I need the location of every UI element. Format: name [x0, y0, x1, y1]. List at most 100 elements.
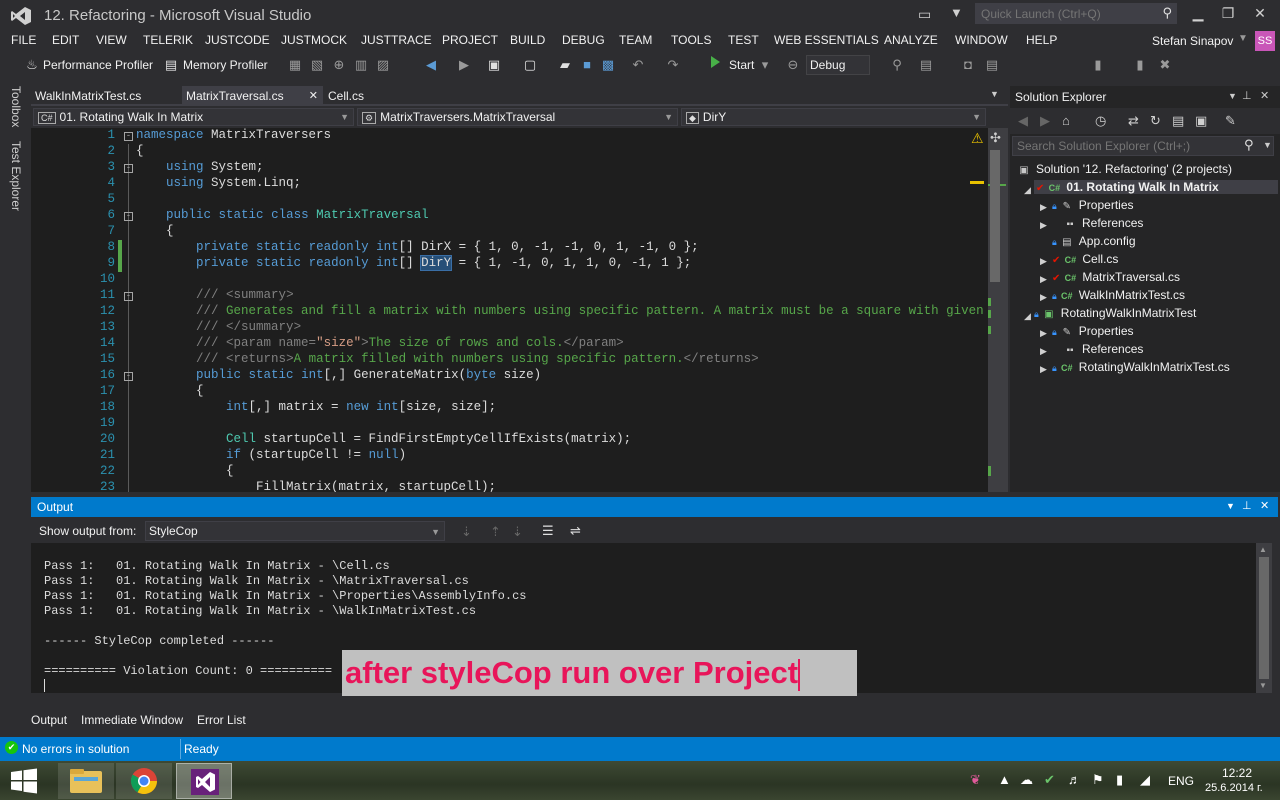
taskbar-explorer[interactable] — [58, 763, 114, 799]
search-icon[interactable]: ⚲ — [1244, 137, 1254, 153]
next-bookmark-icon[interactable]: ▮ — [1132, 57, 1148, 73]
save-all-icon[interactable]: ▩ — [600, 57, 616, 73]
output-source-select[interactable]: StyleCop ▼ — [145, 521, 445, 541]
tray-expand-icon[interactable]: ▲ — [998, 772, 1011, 787]
expand-icon[interactable]: ▶ — [1040, 364, 1047, 375]
tab-immediate-window[interactable]: Immediate Window — [81, 713, 183, 727]
bookmark-tool-icon[interactable]: ◘ — [960, 57, 976, 72]
expand-icon[interactable]: ▶ — [1040, 346, 1047, 357]
output-scrollbar[interactable]: ▲ ▼ — [1256, 543, 1272, 693]
sync-icon[interactable]: ✔ — [1044, 772, 1055, 788]
prev-message-icon[interactable]: ⇡ — [490, 524, 501, 540]
tree-item-matrixtraversal[interactable]: ✔ C# MatrixTraversal.cs — [1052, 270, 1180, 284]
windows-start-icon[interactable] — [10, 768, 38, 794]
headset-icon[interactable]: ♬ — [1068, 772, 1081, 787]
memory-profiler-button[interactable]: Memory Profiler — [183, 58, 268, 72]
feedback-icon[interactable]: ▭ — [918, 6, 934, 22]
toolbox-tab[interactable]: Toolbox — [9, 86, 23, 127]
back-icon[interactable]: ◀ — [1018, 113, 1028, 129]
cloud-icon[interactable]: ☁ — [1020, 772, 1033, 788]
menu-build[interactable]: BUILD — [510, 33, 545, 47]
tab-error-list[interactable]: Error List — [197, 713, 246, 727]
open-folder-icon[interactable]: ▰ — [557, 57, 573, 73]
tree-item-app-config[interactable]: 🔒︎ ▤ App.config — [1052, 234, 1136, 248]
close-icon[interactable]: ✕ — [1260, 499, 1269, 512]
forward-icon[interactable]: ▶ — [456, 57, 472, 73]
refresh-icon[interactable]: ↻ — [1150, 113, 1161, 129]
save-icon[interactable]: ■ — [579, 57, 595, 72]
scroll-up-icon[interactable]: ▲ — [1259, 545, 1267, 554]
new-project-icon[interactable]: ▣ — [486, 57, 502, 73]
scrollbar-thumb[interactable] — [1259, 557, 1269, 679]
home-icon[interactable]: ⌂ — [1062, 113, 1070, 128]
menu-web-essentials[interactable]: WEB ESSENTIALS — [774, 33, 879, 47]
bookmark-icon[interactable]: ▮ — [1090, 57, 1106, 73]
project-combo[interactable]: C# 01. Rotating Walk In Matrix ▼ — [33, 108, 354, 126]
menu-project[interactable]: PROJECT — [442, 33, 498, 47]
quick-launch-box[interactable]: ⚲ — [975, 3, 1177, 24]
collapse-icon[interactable]: - — [124, 292, 133, 301]
expand-icon[interactable]: ▶ — [1040, 256, 1047, 267]
menu-edit[interactable]: EDIT — [52, 33, 79, 47]
collapse-icon[interactable]: - — [124, 132, 133, 141]
tree-project-rotating[interactable]: ✔ C# 01. Rotating Walk In Matrix — [1034, 180, 1278, 194]
profiler-tool-icon[interactable]: ▦ — [287, 57, 303, 73]
pin-icon[interactable]: ⊥ — [1242, 499, 1252, 512]
expand-icon[interactable]: ▶ — [1040, 292, 1047, 303]
expand-icon[interactable]: ▶ — [1040, 202, 1047, 213]
solution-search-input[interactable] — [1012, 136, 1274, 156]
collapse-all-icon[interactable]: ▤ — [1172, 113, 1184, 129]
editor-scrollbar[interactable] — [988, 128, 1008, 492]
flag-icon[interactable]: ⚑ — [1092, 772, 1104, 788]
clock-time[interactable]: 12:22 — [1222, 766, 1252, 780]
comment-icon[interactable]: ▤ — [984, 57, 1000, 73]
input-language[interactable]: ENG — [1168, 774, 1194, 788]
chevron-down-icon[interactable]: ▾ — [757, 57, 773, 73]
menu-window[interactable]: WINDOW — [955, 33, 1008, 47]
tab-output[interactable]: Output — [31, 713, 67, 727]
test-explorer-tab[interactable]: Test Explorer — [9, 141, 23, 211]
close-button[interactable]: ✕ — [1245, 2, 1275, 24]
history-icon[interactable]: ◷ — [1095, 113, 1106, 129]
chevron-down-icon[interactable]: ▼ — [1226, 501, 1235, 511]
expand-icon[interactable]: ◢ — [1024, 311, 1031, 322]
scrollbar-thumb[interactable] — [990, 150, 1000, 282]
profiler-tool-icon-2[interactable]: ▧ — [309, 57, 325, 73]
clear-bookmarks-icon[interactable]: ✖ — [1157, 57, 1173, 73]
minimize-button[interactable]: ▁ — [1183, 2, 1213, 24]
stop-icon[interactable]: ⊖ — [785, 57, 801, 73]
avatar[interactable]: SS — [1255, 31, 1275, 51]
user-name[interactable]: Stefan Sinapov — [1152, 34, 1233, 48]
chevron-down-icon[interactable]: ▼ — [1238, 33, 1248, 44]
back-icon[interactable]: ◀ — [423, 57, 439, 73]
word-wrap-icon[interactable]: ⇌ — [570, 523, 581, 539]
expand-icon[interactable]: ▶ — [1040, 220, 1047, 231]
tray-app-icon[interactable]: ❦ — [970, 772, 981, 788]
profiler-tool-icon-4[interactable]: ▨ — [375, 57, 391, 73]
pin-icon[interactable]: ⊥ — [1242, 89, 1252, 102]
expand-icon[interactable]: ◢ — [1024, 185, 1031, 196]
tree-solution[interactable]: ▣ Solution '12. Refactoring' (2 projects) — [1016, 162, 1232, 176]
performance-profiler-button[interactable]: Performance Profiler — [43, 58, 153, 72]
menu-debug[interactable]: DEBUG — [562, 33, 605, 47]
tree-item-references[interactable]: ▪▪ References — [1052, 216, 1143, 230]
undo-icon[interactable]: ↶ — [630, 57, 646, 73]
menu-tools[interactable]: TOOLS — [671, 33, 711, 47]
tree-item-test-references[interactable]: ▪▪ References — [1052, 342, 1143, 356]
tree-item-cell[interactable]: ✔ C# Cell.cs — [1052, 252, 1118, 266]
attach-icon[interactable]: ▤ — [918, 57, 934, 73]
tab-cell[interactable]: Cell.cs — [324, 86, 368, 106]
next-message-icon[interactable]: ⇣ — [512, 524, 523, 540]
menu-test[interactable]: TEST — [728, 33, 759, 47]
search-icon[interactable]: ⚲ — [1162, 5, 1172, 21]
menu-justmock[interactable]: JUSTMOCK — [281, 33, 347, 47]
expand-icon[interactable]: ▶ — [1040, 328, 1047, 339]
menu-justcode[interactable]: JUSTCODE — [205, 33, 270, 47]
battery-icon[interactable]: ▮ — [1116, 772, 1123, 788]
notification-flag-icon[interactable]: ▼ — [950, 5, 963, 20]
show-all-files-icon[interactable]: ▣ — [1195, 113, 1207, 129]
profiler-tool-icon-3[interactable]: ▥ — [353, 57, 369, 73]
expand-icon[interactable]: ▶ — [1040, 274, 1047, 285]
scroll-down-icon[interactable]: ▼ — [1259, 681, 1267, 690]
menu-help[interactable]: HELP — [1026, 33, 1057, 47]
